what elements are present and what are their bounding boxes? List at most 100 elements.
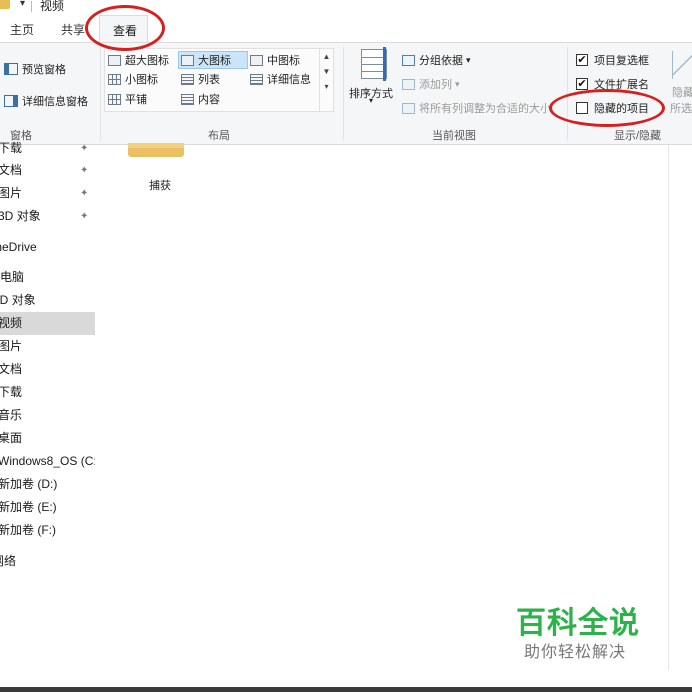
nav-item-onedrive[interactable]: OneDrive: [0, 236, 95, 259]
taskbar-edge: [0, 687, 692, 692]
nav-item-label: 下载: [0, 141, 23, 155]
nav-item-drive-e[interactable]: 新加卷 (E:): [0, 496, 95, 519]
layout-small-icons[interactable]: 小图标: [108, 71, 158, 87]
nav-item-label: 音乐: [0, 408, 23, 422]
hide-selected-icon[interactable]: [672, 51, 692, 79]
fit-columns-button[interactable]: 将所有列调整为合适的大小: [402, 100, 554, 116]
title-divider: [31, 1, 32, 12]
pin-icon[interactable]: ✦: [80, 205, 88, 228]
hide-selected-sublabel: 所选项目: [670, 103, 692, 115]
fit-columns-label: 将所有列调整为合适的大小: [419, 103, 551, 115]
nav-item-desktop[interactable]: 桌面: [0, 427, 95, 450]
pin-icon[interactable]: ✦: [80, 137, 88, 160]
nav-item-3d-objects[interactable]: 3D 对象 ✦: [0, 205, 95, 228]
navigation-pane: 下载 ✦ 文档 ✦ 图片 ✦ 3D 对象 ✦ OneDrive 此电脑 3D 对象 视频…: [0, 141, 95, 670]
content-icon: [181, 93, 194, 105]
group-by-label: 分组依据: [419, 55, 463, 67]
quick-access-dropdown-icon[interactable]: ▾: [20, 0, 25, 9]
file-extensions-checkbox[interactable]: ✔: [576, 78, 588, 90]
nav-item-videos[interactable]: 视频: [0, 312, 95, 335]
nav-item-downloads[interactable]: 下载 ✦: [0, 137, 95, 160]
tiles-icon: [108, 93, 121, 105]
group-by-icon: [402, 54, 415, 66]
details-icon: [250, 73, 263, 85]
sort-arrow-icon: [383, 47, 386, 81]
layout-content[interactable]: 内容: [181, 91, 220, 107]
nav-item-3d-objects[interactable]: 3D 对象: [0, 289, 95, 312]
nav-item-label: 新加卷 (F:): [0, 523, 56, 537]
layout-item-label: 大图标: [198, 55, 231, 67]
nav-item-drive-d[interactable]: 新加卷 (D:): [0, 473, 95, 496]
nav-item-label: 3D 对象: [0, 209, 41, 223]
group-divider: [100, 47, 101, 141]
layout-medium-icons[interactable]: 中图标: [250, 52, 300, 68]
layout-item-label: 超大图标: [125, 55, 169, 67]
preview-pane-icon: [4, 63, 18, 75]
nav-item-drive-f[interactable]: 新加卷 (F:): [0, 519, 95, 542]
watermark-subtitle: 助你轻松解决: [524, 642, 627, 661]
pin-icon[interactable]: ✦: [80, 182, 88, 205]
layout-tiles[interactable]: 平铺: [108, 91, 147, 107]
watermark-title: 百科全说: [516, 606, 640, 641]
nav-item-documents[interactable]: 文档: [0, 358, 95, 381]
nav-item-label: 此电脑: [0, 270, 25, 284]
folder-icon: [0, 0, 10, 9]
group-by-button[interactable]: 分组依据 ▾: [402, 52, 471, 68]
preview-pane-button[interactable]: 预览窗格: [4, 61, 66, 77]
nav-item-label: 3D 对象: [0, 293, 36, 307]
nav-item-label: 桌面: [0, 431, 23, 445]
scroll-down-icon[interactable]: ▼: [320, 64, 333, 79]
folder-name-label[interactable]: 捕获: [149, 177, 171, 193]
layout-details[interactable]: 详细信息: [250, 71, 311, 87]
nav-item-label: 图片: [0, 339, 23, 353]
annotation-circle-hidden-items: [549, 89, 665, 127]
layout-item-label: 列表: [198, 74, 220, 86]
hide-selected-label: 隐藏: [672, 87, 692, 99]
nav-item-label: 图片: [0, 186, 23, 200]
status-bar: [0, 670, 692, 687]
add-column-label: 添加列: [419, 79, 452, 91]
layout-item-label: 详细信息: [267, 74, 311, 86]
nav-item-documents[interactable]: 文档 ✦: [0, 159, 95, 182]
layout-group-label: 布局: [208, 130, 230, 142]
nav-item-label: 网络: [0, 554, 17, 568]
fit-columns-icon: [402, 102, 415, 114]
details-pane-icon: [4, 95, 18, 107]
current-view-group-label: 当前视图: [432, 130, 476, 142]
details-pane-button[interactable]: 详细信息窗格: [4, 93, 88, 109]
nav-item-label: 视频: [0, 316, 23, 330]
nav-item-pictures[interactable]: 图片: [0, 335, 95, 358]
layout-item-label: 小图标: [125, 74, 158, 86]
item-checkboxes-checkbox[interactable]: ✔: [576, 54, 588, 66]
tab-share[interactable]: 共享: [61, 21, 85, 38]
nav-item-label: 下载: [0, 385, 23, 399]
scroll-up-icon[interactable]: ▲: [320, 49, 333, 64]
tab-home[interactable]: 主页: [10, 21, 34, 38]
nav-item-this-pc[interactable]: 此电脑: [0, 266, 95, 289]
nav-item-drive-c[interactable]: Windows8_OS (C:): [0, 450, 95, 473]
extra-large-icons-icon: [108, 54, 121, 66]
nav-item-label: 文档: [0, 163, 23, 177]
layout-extra-large-icons[interactable]: 超大图标: [108, 52, 169, 68]
sort-dropdown-icon[interactable]: ▾: [369, 96, 373, 105]
nav-item-label: 新加卷 (D:): [0, 477, 58, 491]
nav-item-label: 文档: [0, 362, 23, 376]
nav-item-pictures[interactable]: 图片 ✦: [0, 182, 95, 205]
group-by-dropdown-icon: ▾: [466, 54, 471, 65]
layout-large-icons[interactable]: 大图标: [181, 52, 231, 68]
pin-icon[interactable]: ✦: [80, 159, 88, 182]
nav-item-downloads[interactable]: 下载: [0, 381, 95, 404]
large-icons-icon: [181, 54, 194, 66]
layout-scroll: ▲ ▼ ▾: [319, 49, 333, 111]
nav-item-network[interactable]: 网络: [0, 550, 95, 573]
add-column-dropdown-icon: ▾: [455, 78, 460, 89]
add-column-button[interactable]: 添加列 ▾: [402, 76, 460, 92]
list-icon: [181, 73, 194, 85]
nav-item-music[interactable]: 音乐: [0, 404, 95, 427]
group-divider: [343, 47, 344, 141]
item-checkboxes-option[interactable]: ✔ 项目复选框: [576, 52, 649, 68]
show-hide-group-label: 显示/隐藏: [614, 130, 662, 142]
nav-item-label: OneDrive: [0, 240, 37, 254]
gallery-expand-icon[interactable]: ▾: [320, 79, 333, 94]
layout-list[interactable]: 列表: [181, 71, 220, 87]
